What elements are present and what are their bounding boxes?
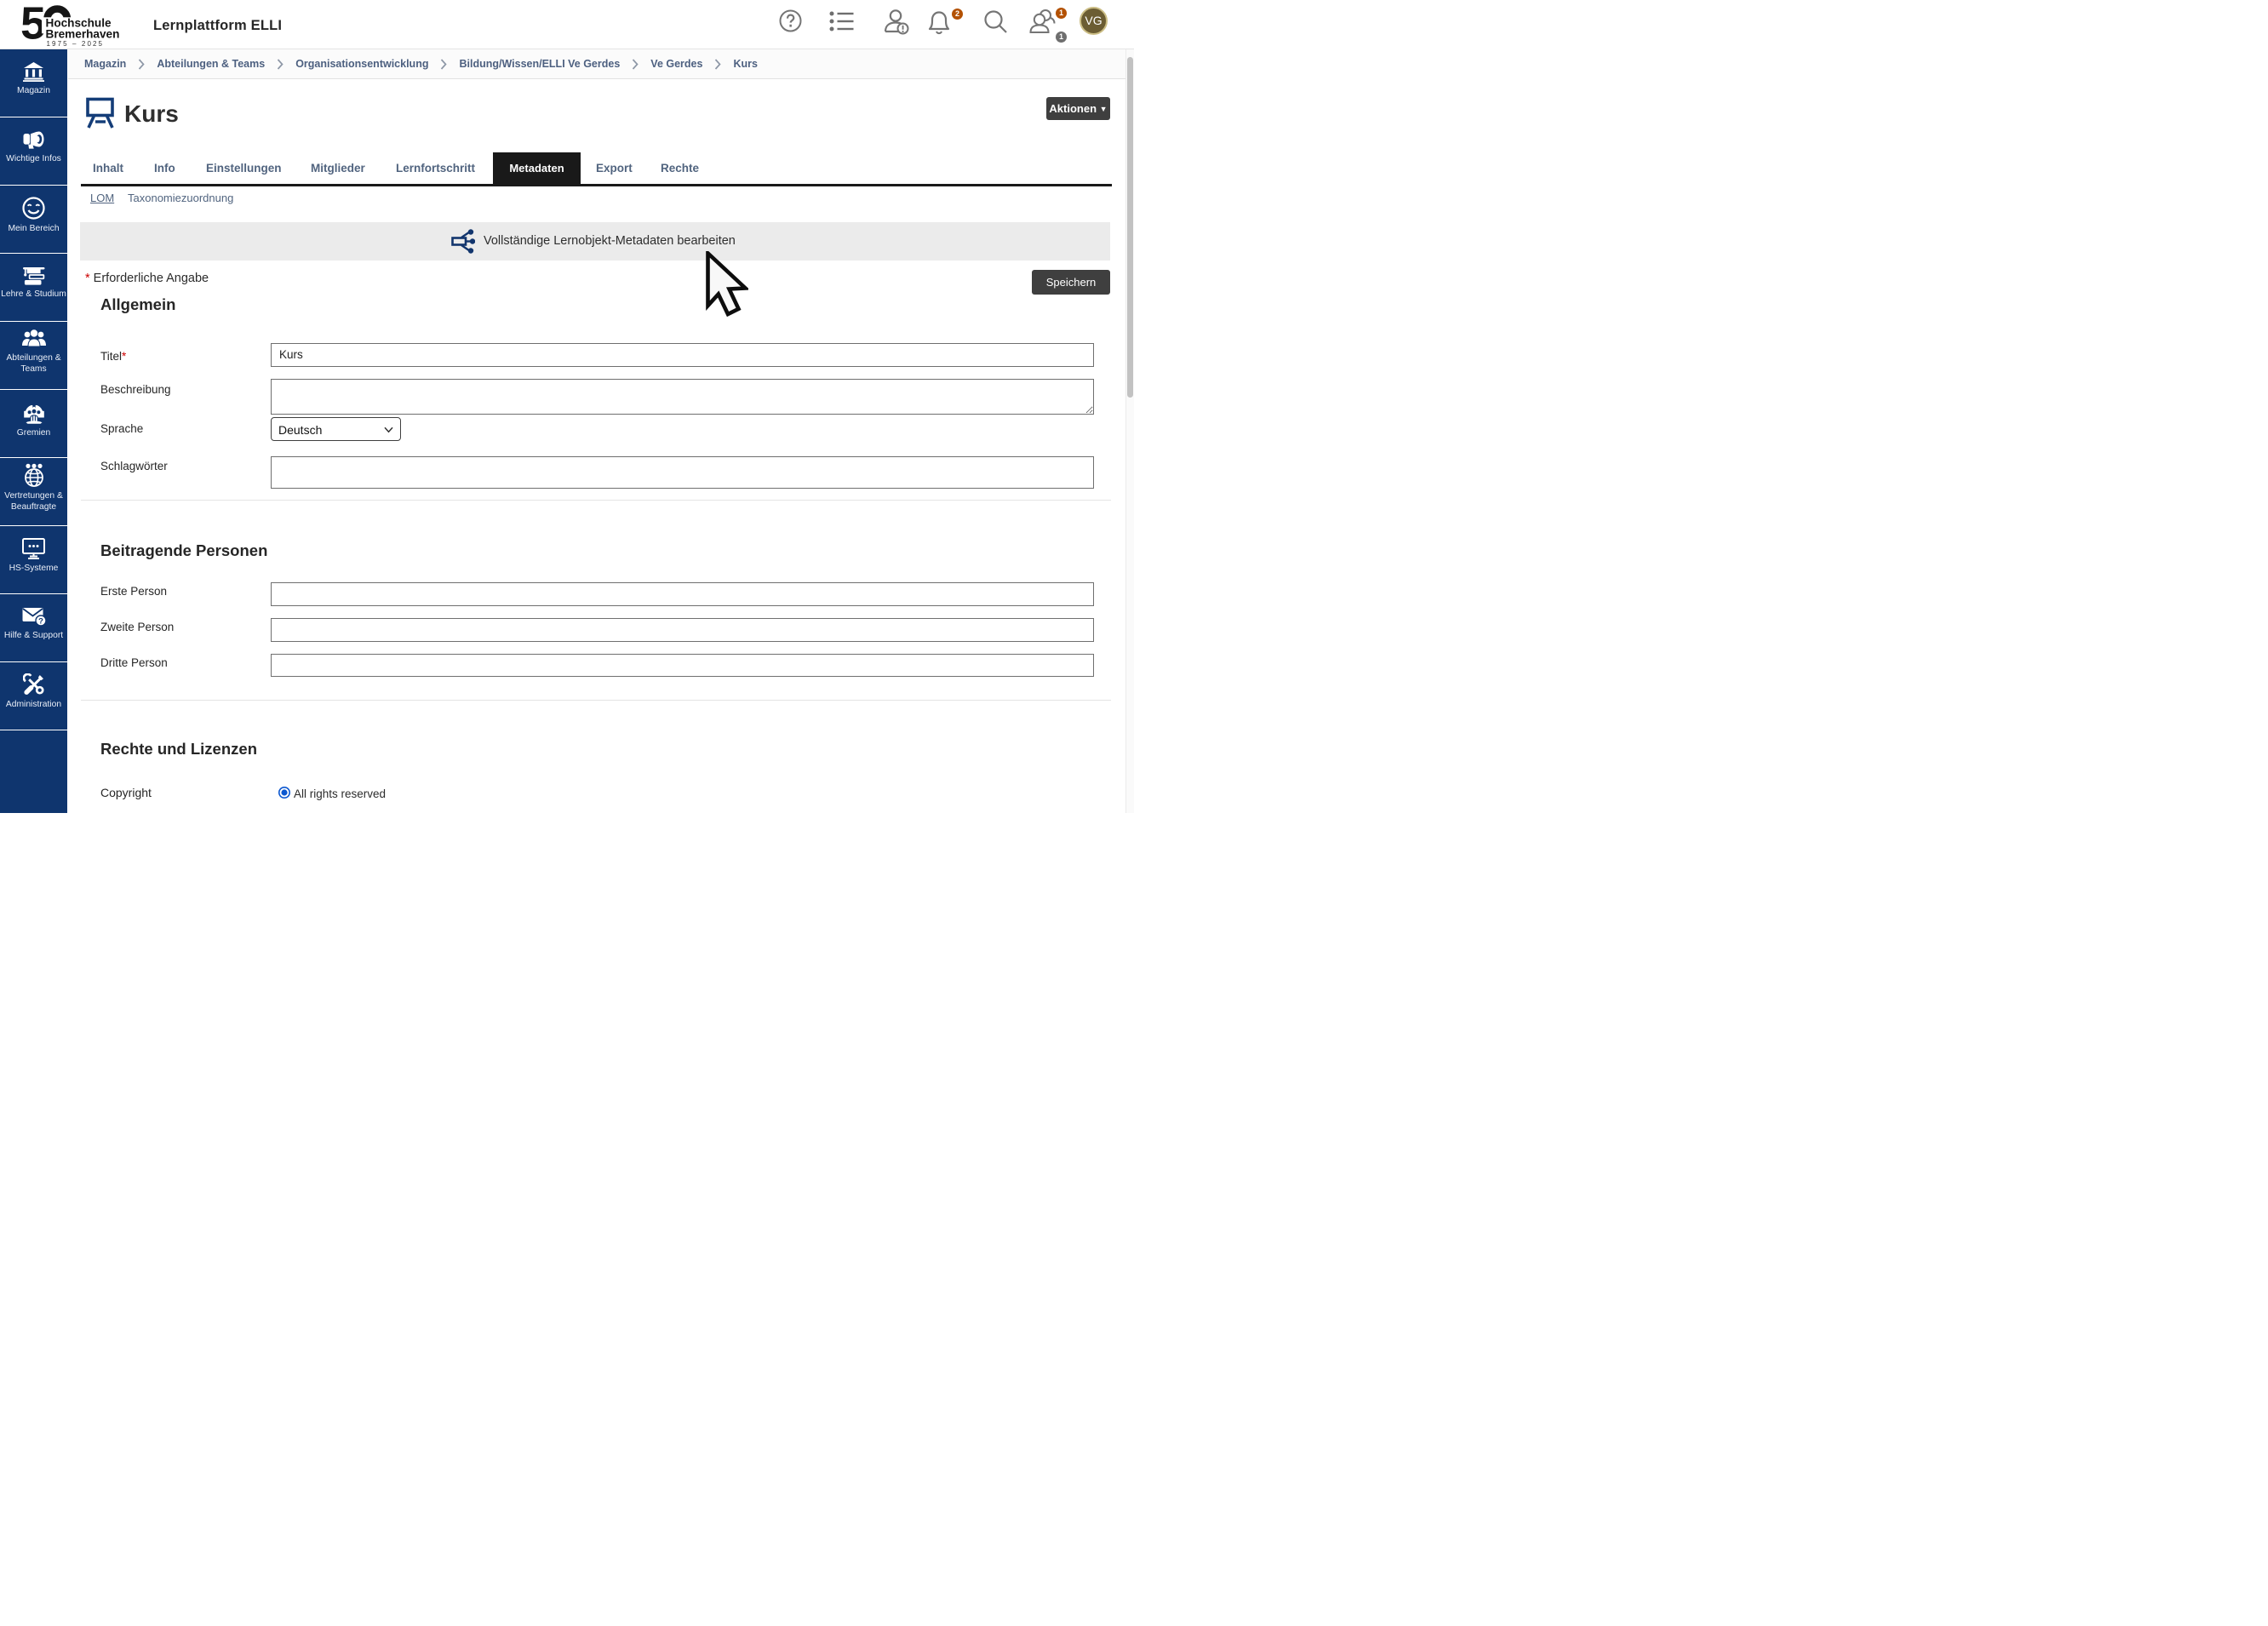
svg-text:Bremerhaven: Bremerhaven	[46, 28, 120, 41]
svg-text:1975 – 2025: 1975 – 2025	[47, 40, 105, 48]
svg-text:?: ?	[38, 617, 43, 627]
